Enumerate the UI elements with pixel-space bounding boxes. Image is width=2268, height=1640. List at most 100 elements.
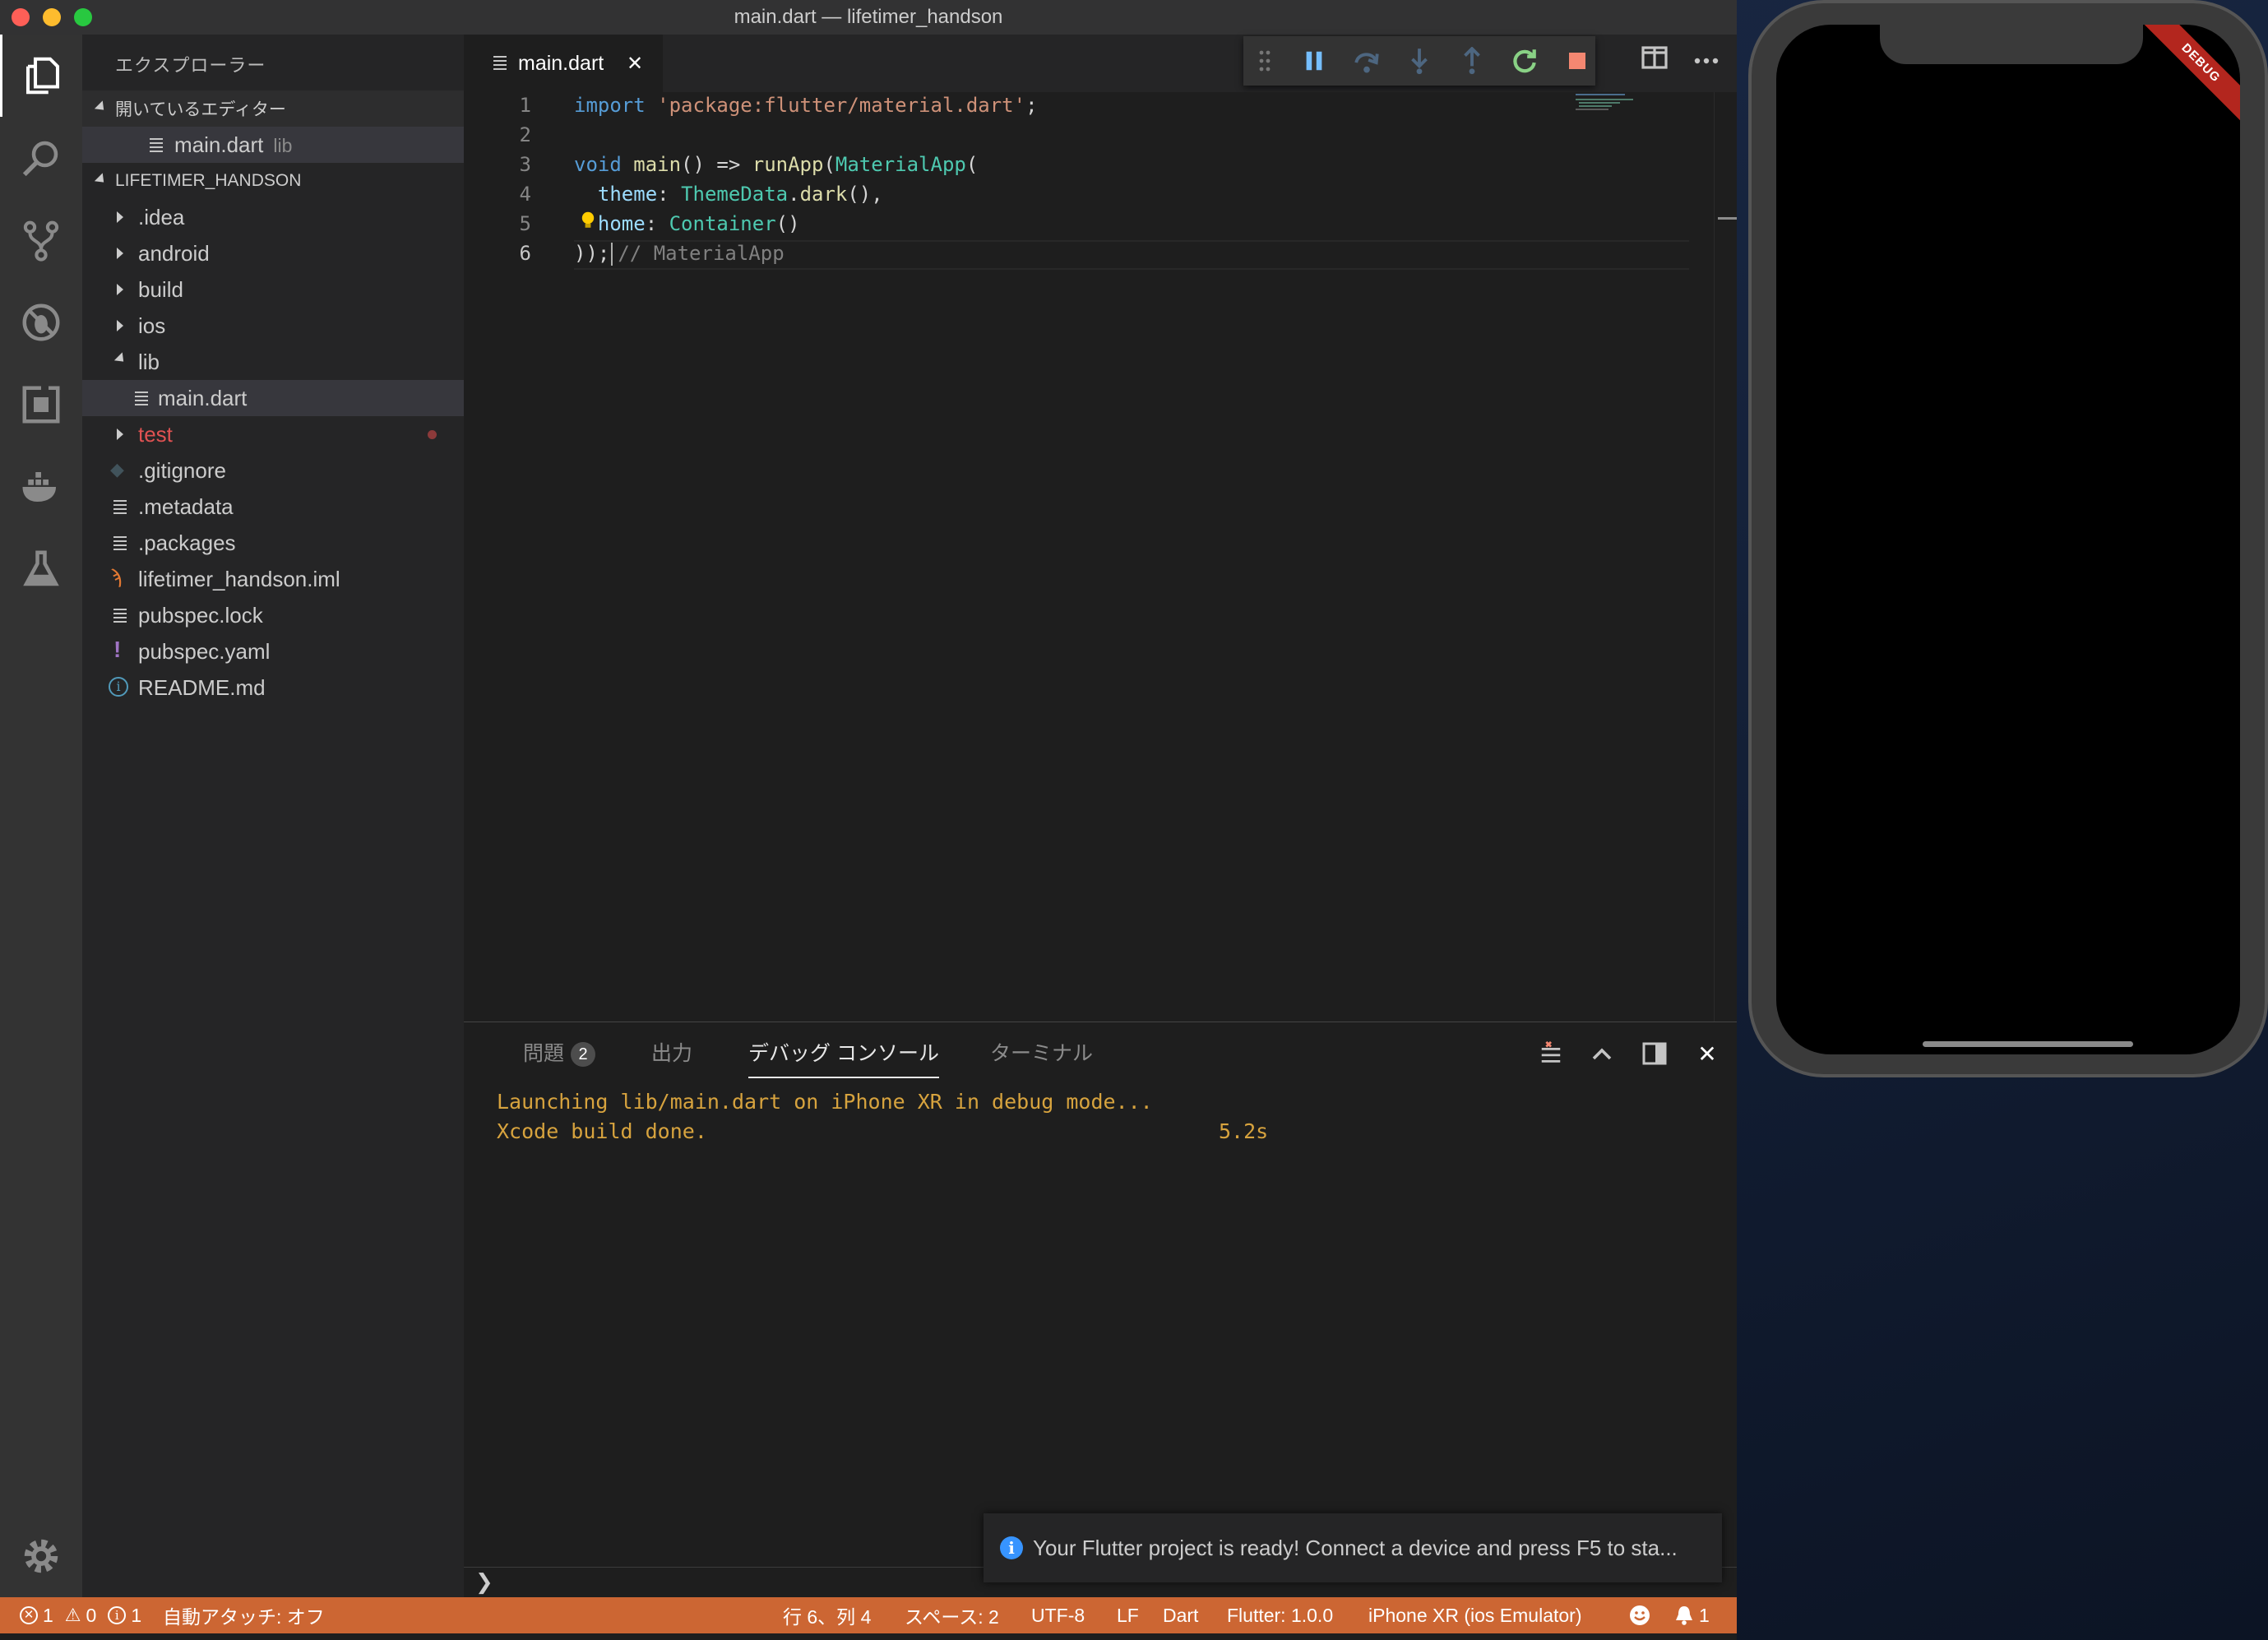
gear-icon[interactable] bbox=[0, 1515, 82, 1597]
tab-problems[interactable]: 問題 2 bbox=[523, 1037, 596, 1068]
line-ending[interactable]: LF bbox=[1117, 1597, 1139, 1633]
chevron-right-icon bbox=[117, 429, 123, 440]
flutter-version[interactable]: Flutter: 1.0.0 bbox=[1227, 1597, 1333, 1633]
tree-item-gitignore[interactable]: ◆ .gitignore bbox=[82, 452, 464, 489]
tree-item-android[interactable]: android bbox=[82, 235, 464, 271]
stop-icon[interactable] bbox=[1559, 43, 1595, 79]
more-actions-icon[interactable] bbox=[1694, 54, 1719, 69]
lightbulb-icon[interactable] bbox=[579, 211, 597, 229]
code-line-6: ));// MaterialApp bbox=[574, 242, 785, 266]
tab-debug-console[interactable]: デバッグ コンソール bbox=[748, 1037, 939, 1078]
open-editor-item[interactable]: main.dart lib bbox=[82, 127, 464, 163]
console-line: Xcode build done. bbox=[497, 1119, 707, 1143]
pause-icon[interactable] bbox=[1296, 43, 1332, 79]
tree-item-build[interactable]: build bbox=[82, 271, 464, 308]
tree-item-idea[interactable]: .idea bbox=[82, 199, 464, 235]
line-number: 2 bbox=[519, 123, 531, 146]
split-editor-icon[interactable] bbox=[1641, 46, 1668, 73]
tab-output[interactable]: 出力 bbox=[651, 1037, 692, 1067]
home-indicator[interactable] bbox=[1923, 1041, 2133, 1047]
encoding[interactable]: UTF-8 bbox=[1031, 1597, 1085, 1633]
auto-attach-toggle[interactable]: 自動アタッチ: オフ bbox=[163, 1597, 325, 1633]
info-icon: i bbox=[109, 677, 128, 697]
window-controls bbox=[12, 8, 92, 26]
step-over-icon[interactable] bbox=[1349, 43, 1385, 79]
simulator-screen[interactable]: DEBUG bbox=[1776, 25, 2240, 1054]
code-line-3: void main() => runApp(MaterialApp( bbox=[574, 153, 979, 176]
restart-icon[interactable] bbox=[1507, 43, 1543, 79]
step-out-icon[interactable] bbox=[1454, 43, 1490, 79]
toggle-panel-position-icon[interactable] bbox=[1640, 1039, 1669, 1068]
step-into-icon[interactable] bbox=[1401, 43, 1437, 79]
line-number: 3 bbox=[519, 153, 531, 176]
open-editor-name: main.dart bbox=[174, 132, 264, 157]
chevron-down-icon bbox=[113, 352, 128, 366]
tree-item-main-dart[interactable]: main.dart bbox=[82, 380, 464, 416]
notifications-button[interactable]: 1 bbox=[1674, 1597, 1710, 1633]
bottom-panel: 問題 2 出力 デバッグ コンソール ターミナル ✕ Launching lib/… bbox=[464, 1022, 1737, 1597]
file-lines-icon bbox=[113, 536, 127, 551]
language-mode[interactable]: Dart bbox=[1163, 1597, 1198, 1633]
file-lines-icon bbox=[135, 391, 148, 406]
file-lines-icon bbox=[493, 56, 507, 71]
info-icon: i bbox=[108, 1606, 127, 1624]
close-panel-icon[interactable]: ✕ bbox=[1692, 1039, 1722, 1068]
search-icon[interactable] bbox=[0, 117, 82, 199]
file-lines-icon bbox=[113, 500, 127, 515]
chevron-right-icon bbox=[117, 211, 123, 223]
debug-banner: DEBUG bbox=[2139, 25, 2240, 125]
extensions-icon[interactable] bbox=[0, 364, 82, 446]
drag-handle-icon[interactable] bbox=[1247, 43, 1283, 79]
notification-text: Your Flutter project is ready! Connect a… bbox=[1033, 1535, 1678, 1560]
tree-item-pubspec-yaml[interactable]: ! pubspec.yaml bbox=[82, 633, 464, 669]
indentation[interactable]: スペース: 2 bbox=[905, 1597, 999, 1633]
tab-terminal[interactable]: ターミナル bbox=[990, 1037, 1093, 1067]
line-number: 5 bbox=[519, 212, 531, 235]
tree-item-metadata[interactable]: .metadata bbox=[82, 489, 464, 525]
chevron-right-icon bbox=[117, 320, 123, 331]
explorer-title: エクスプローラー bbox=[115, 55, 266, 76]
problems-summary[interactable]: ✕ 1 ⚠ 0 i 1 bbox=[20, 1597, 141, 1633]
zoom-window-button[interactable] bbox=[74, 8, 92, 26]
tree-item-lib[interactable]: lib bbox=[82, 344, 464, 380]
open-editors-header[interactable]: 開いているエディター bbox=[82, 90, 464, 127]
close-window-button[interactable] bbox=[12, 8, 30, 26]
tree-item-test[interactable]: test bbox=[82, 416, 464, 452]
error-count: 1 bbox=[43, 1604, 53, 1626]
minimize-window-button[interactable] bbox=[43, 8, 61, 26]
editor-scrollbar[interactable] bbox=[1714, 92, 1737, 1022]
cursor-position[interactable]: 行 6、列 4 bbox=[783, 1597, 871, 1633]
feedback-smiley-icon[interactable] bbox=[1628, 1597, 1651, 1633]
tree-item-packages[interactable]: .packages bbox=[82, 525, 464, 561]
close-tab-icon[interactable]: ✕ bbox=[627, 52, 643, 76]
code-editor[interactable]: 1 2 3 4 5 6 import 'package:flutter/mate… bbox=[464, 92, 1737, 1022]
chevron-right-icon bbox=[117, 248, 123, 259]
source-control-icon[interactable] bbox=[0, 199, 82, 281]
git-diamond-icon: ◆ bbox=[110, 459, 124, 479]
tree-item-iml[interactable]: ϡ lifetimer_handson.iml bbox=[82, 561, 464, 597]
code-line-4: theme: ThemeData.dark(), bbox=[597, 183, 883, 206]
line-number: 4 bbox=[519, 183, 531, 206]
notification-count: 1 bbox=[1699, 1604, 1710, 1626]
debug-icon[interactable] bbox=[0, 281, 82, 364]
window-title: main.dart — lifetimer_handson bbox=[734, 6, 1003, 28]
notification-toast[interactable]: i Your Flutter project is ready! Connect… bbox=[984, 1513, 1722, 1582]
problems-count-badge: 2 bbox=[571, 1042, 596, 1068]
tab-label: main.dart bbox=[518, 51, 604, 75]
file-lines-icon bbox=[150, 138, 163, 153]
rss-icon: ϡ bbox=[110, 566, 122, 588]
device-selector[interactable]: iPhone XR (ios Emulator) bbox=[1368, 1597, 1582, 1633]
tree-item-pubspec-lock[interactable]: pubspec.lock bbox=[82, 597, 464, 633]
maximize-panel-icon[interactable] bbox=[1587, 1039, 1617, 1068]
tree-item-ios[interactable]: ios bbox=[82, 308, 464, 344]
explorer-icon[interactable] bbox=[0, 35, 82, 117]
line-number: 1 bbox=[519, 94, 531, 117]
tree-item-readme[interactable]: i README.md bbox=[82, 669, 464, 706]
tab-main-dart[interactable]: main.dart ✕ bbox=[464, 35, 663, 92]
chevron-down-icon bbox=[94, 100, 109, 114]
test-flask-icon[interactable] bbox=[0, 528, 82, 610]
minimap[interactable] bbox=[1574, 92, 1706, 125]
clear-console-icon[interactable] bbox=[1536, 1039, 1566, 1068]
docker-icon[interactable] bbox=[0, 446, 82, 528]
project-header[interactable]: LIFETIMER_HANDSON bbox=[82, 163, 464, 199]
